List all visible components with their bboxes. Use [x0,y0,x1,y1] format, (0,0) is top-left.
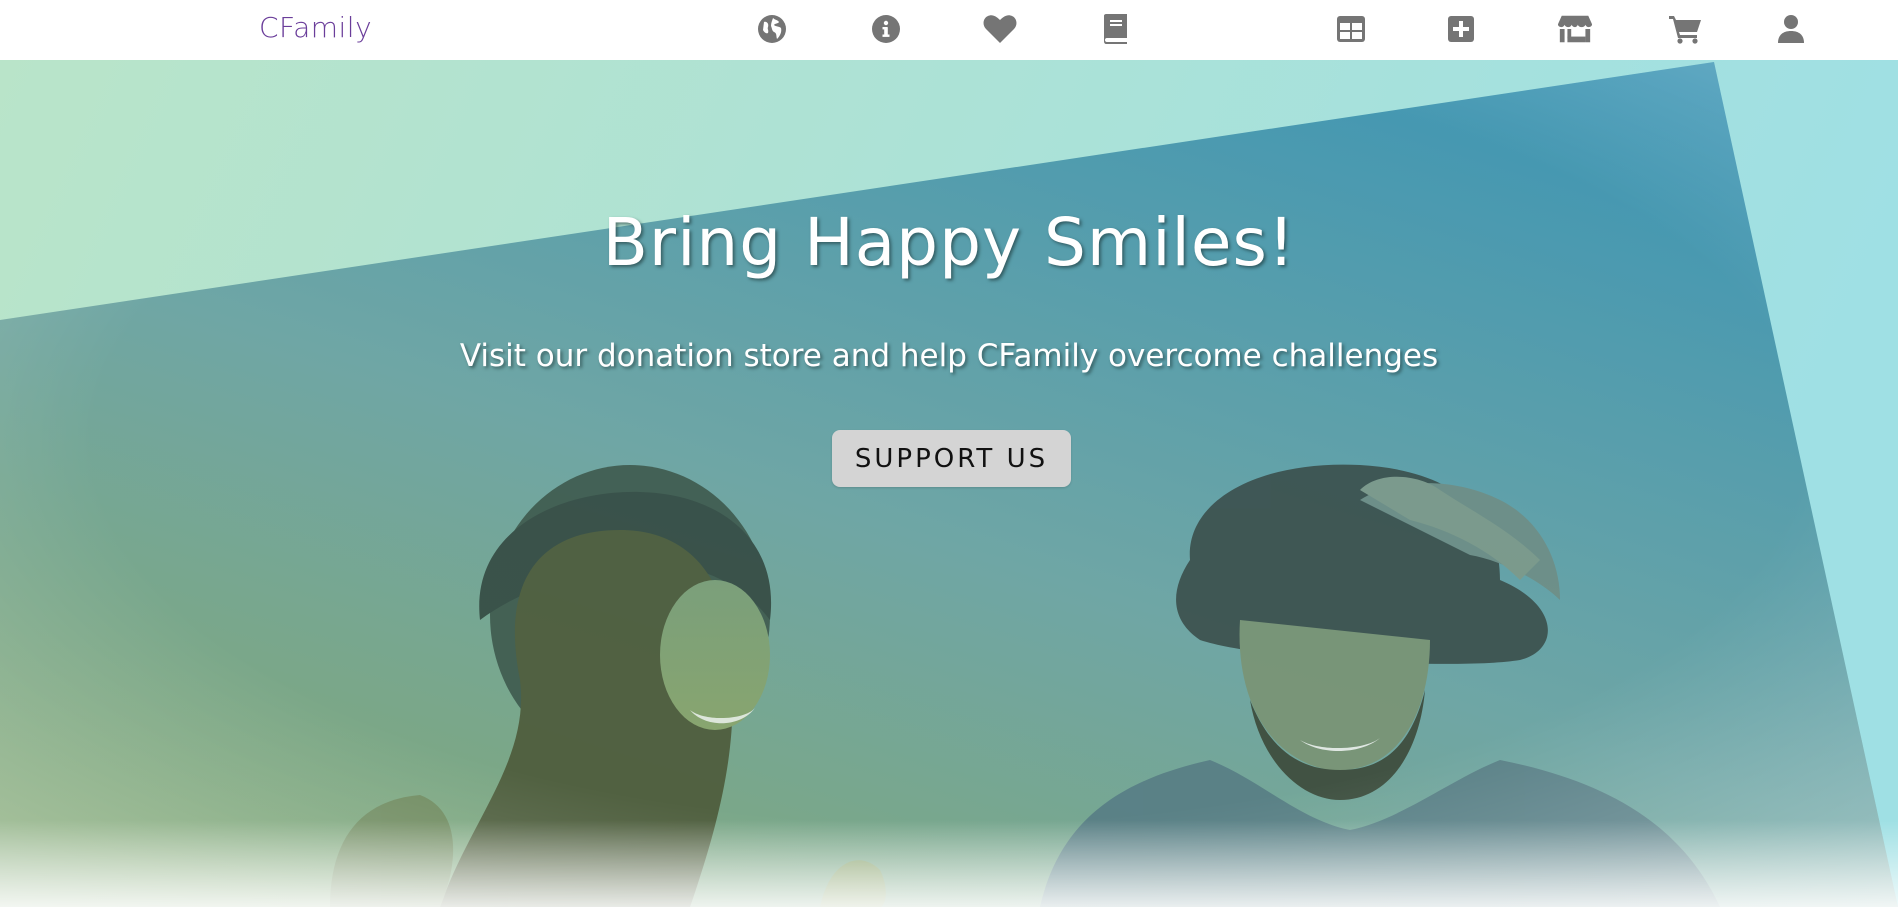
hero-section: Bring Happy Smiles! Visit our donation s… [0,60,1898,907]
top-navbar: CFamily [0,0,1898,60]
hero-subtitle: Visit our donation store and help CFamil… [459,338,1439,374]
info-icon[interactable] [868,11,904,47]
globe-icon[interactable] [754,11,790,47]
plus-square-icon[interactable] [1443,11,1479,47]
store-icon[interactable] [1557,11,1593,47]
cart-icon[interactable] [1667,11,1703,47]
support-us-button[interactable]: SUPPORT US [832,430,1071,487]
book-icon[interactable] [1097,11,1133,47]
page: CFamily Bring Happy Smiles! Visit our do… [0,0,1898,907]
table-icon[interactable] [1333,11,1369,47]
user-icon[interactable] [1773,11,1809,47]
hero-title: Bring Happy Smiles! [602,204,1296,281]
heart-icon[interactable] [982,11,1018,47]
brand-logo-link[interactable]: CFamily [259,11,372,45]
